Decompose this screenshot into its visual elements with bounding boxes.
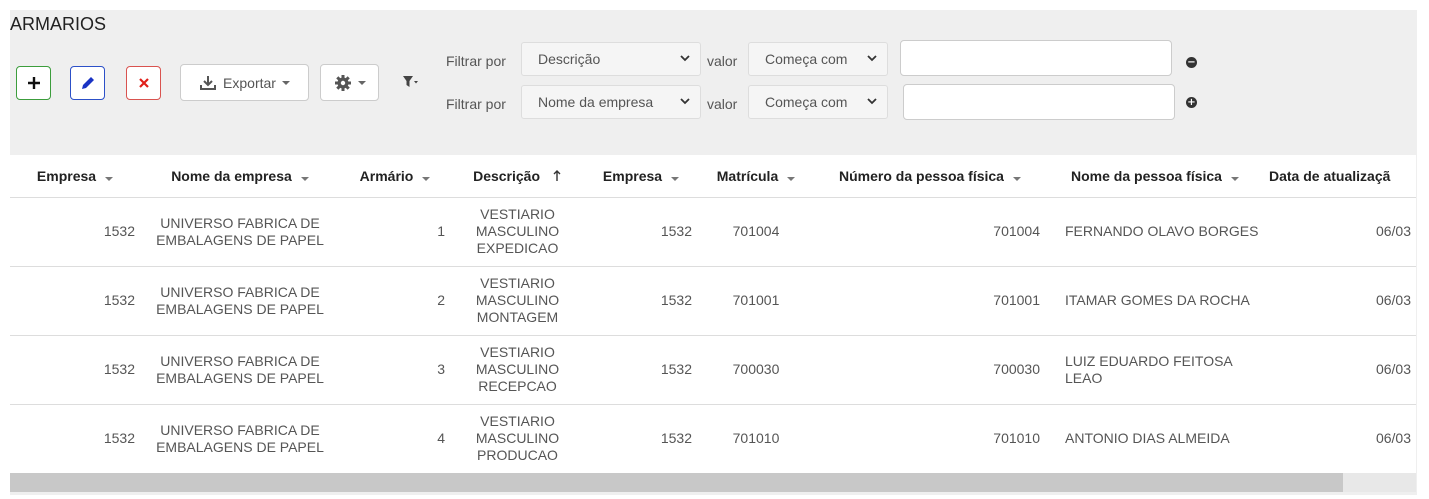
filter-2-field-value: Nome da empresa — [538, 94, 654, 110]
chevron-down-icon — [787, 176, 796, 181]
cell-empresa-2: 1532 — [585, 266, 697, 336]
export-label: Exportar — [223, 74, 276, 91]
cell-descricao: VESTIARIO MASCULINO EXPEDICAO — [450, 197, 585, 267]
cell-empresa: 1532 — [10, 404, 140, 473]
cell-matricula: 701004 — [697, 197, 815, 267]
pencil-icon — [81, 77, 94, 89]
filter-2-operator-value: Começa com — [765, 94, 848, 110]
filter-1-value-input[interactable] — [900, 40, 1172, 76]
cell-empresa-2: 1532 — [585, 404, 697, 473]
filter-1-value-label: valor — [707, 53, 738, 69]
cell-empresa: 1532 — [10, 335, 140, 405]
table-header-row: Empresa Nome da empresa Armário Descriçã… — [10, 155, 1416, 198]
col-header-descricao[interactable]: Descrição — [450, 155, 585, 198]
horizontal-scrollbar[interactable] — [10, 473, 1416, 492]
cell-empresa-2: 1532 — [585, 335, 697, 405]
cell-matricula: 701010 — [697, 404, 815, 473]
close-icon — [138, 78, 149, 88]
cell-empresa: 1532 — [10, 266, 140, 336]
chevron-down-icon — [867, 55, 877, 62]
cell-nome-pessoa: LUIZ EDUARDO FEITOSA LEAO — [1045, 335, 1265, 405]
cell-nome-empresa: UNIVERSO FABRICA DE EMBALAGENS DE PAPEL — [140, 266, 340, 336]
cell-numero-pessoa: 701010 — [815, 404, 1045, 473]
chevron-down-icon — [281, 80, 290, 85]
cell-armario: 3 — [340, 335, 450, 405]
cell-descricao: VESTIARIO MASCULINO MONTAGEM — [450, 266, 585, 336]
edit-button[interactable] — [70, 66, 105, 100]
chevron-down-icon — [680, 55, 690, 62]
cell-nome-empresa: UNIVERSO FABRICA DE EMBALAGENS DE PAPEL — [140, 335, 340, 405]
col-header-data-atualizacao[interactable]: Data de atualizaçã — [1265, 155, 1416, 198]
cell-empresa-2: 1532 — [585, 197, 697, 267]
chevron-down-icon — [680, 98, 690, 105]
col-header-numero-pessoa[interactable]: Número da pessoa física — [815, 155, 1045, 198]
scrollbar-thumb[interactable] — [10, 473, 1343, 492]
filter-2-value-input[interactable] — [903, 84, 1175, 120]
cell-descricao: VESTIARIO MASCULINO RECEPCAO — [450, 335, 585, 405]
data-table-container: Empresa Nome da empresa Armário Descriçã… — [10, 155, 1416, 473]
cell-nome-empresa: UNIVERSO FABRICA DE EMBALAGENS DE PAPEL — [140, 404, 340, 473]
cell-numero-pessoa: 701001 — [815, 266, 1045, 336]
cell-nome-pessoa: ITAMAR GOMES DA ROCHA — [1045, 266, 1265, 336]
filter-1-operator-select[interactable]: Começa com — [748, 42, 888, 76]
col-header-armario[interactable]: Armário — [340, 155, 450, 198]
sort-up-arrow-icon — [553, 169, 561, 181]
table-row[interactable]: 1532 UNIVERSO FABRICA DE EMBALAGENS DE P… — [10, 197, 1416, 267]
cell-empresa: 1532 — [10, 197, 140, 267]
minus-circle-icon[interactable]: − — [1186, 57, 1197, 68]
cell-data-atualizacao: 06/03 — [1265, 197, 1416, 267]
col-header-nome-empresa[interactable]: Nome da empresa — [140, 155, 340, 198]
cell-matricula: 701001 — [697, 266, 815, 336]
table-row[interactable]: 1532 UNIVERSO FABRICA DE EMBALAGENS DE P… — [10, 404, 1416, 473]
filter-1-field-value: Descrição — [538, 51, 601, 67]
filter-1-label: Filtrar por — [446, 53, 506, 69]
chevron-down-icon — [1012, 176, 1021, 181]
col-header-nome-pessoa[interactable]: Nome da pessoa física — [1045, 155, 1265, 198]
cell-descricao: VESTIARIO MASCULINO PRODUCAO — [450, 404, 585, 473]
gear-icon — [334, 74, 351, 91]
add-button[interactable] — [16, 66, 51, 100]
cell-matricula: 700030 — [697, 335, 815, 405]
cell-nome-pessoa: FERNANDO OLAVO BORGES — [1045, 197, 1265, 267]
chevron-down-icon — [422, 176, 431, 181]
settings-dropdown-button[interactable] — [320, 64, 379, 101]
chevron-down-icon — [357, 80, 366, 85]
chevron-down-icon — [867, 98, 877, 105]
cell-numero-pessoa: 700030 — [815, 335, 1045, 405]
chevron-down-icon — [1230, 176, 1239, 181]
filter-funnel-button[interactable] — [402, 75, 418, 94]
plus-icon — [27, 77, 40, 89]
col-header-matricula[interactable]: Matrícula — [697, 155, 815, 198]
chevron-down-icon — [105, 176, 114, 181]
cell-armario: 2 — [340, 266, 450, 336]
filter-2-operator-select[interactable]: Começa com — [748, 85, 888, 119]
table-row[interactable]: 1532 UNIVERSO FABRICA DE EMBALAGENS DE P… — [10, 335, 1416, 405]
cell-armario: 4 — [340, 404, 450, 473]
export-dropdown-button[interactable]: Exportar — [180, 64, 309, 101]
filter-2-value-label: valor — [707, 96, 738, 112]
cell-data-atualizacao: 06/03 — [1265, 266, 1416, 336]
cell-data-atualizacao: 06/03 — [1265, 335, 1416, 405]
chevron-down-icon — [300, 176, 309, 181]
col-header-empresa[interactable]: Empresa — [10, 155, 140, 198]
cell-nome-empresa: UNIVERSO FABRICA DE EMBALAGENS DE PAPEL — [140, 197, 340, 267]
filter-2-field-select[interactable]: Nome da empresa — [521, 85, 701, 119]
download-icon — [200, 75, 217, 90]
delete-button[interactable] — [126, 66, 161, 100]
chevron-down-icon — [671, 176, 680, 181]
col-header-empresa-2[interactable]: Empresa — [585, 155, 697, 198]
plus-circle-icon[interactable]: + — [1186, 97, 1197, 108]
table-row[interactable]: 1532 UNIVERSO FABRICA DE EMBALAGENS DE P… — [10, 266, 1416, 336]
cell-nome-pessoa: ANTONIO DIAS ALMEIDA — [1045, 404, 1265, 473]
cell-numero-pessoa: 701004 — [815, 197, 1045, 267]
page-title: ARMARIOS — [10, 14, 107, 34]
filter-1-operator-value: Começa com — [765, 51, 848, 67]
cell-data-atualizacao: 06/03 — [1265, 404, 1416, 473]
data-table: Empresa Nome da empresa Armário Descriçã… — [10, 155, 1416, 473]
cell-armario: 1 — [340, 197, 450, 267]
filter-1-field-select[interactable]: Descrição — [521, 42, 701, 76]
filter-2-label: Filtrar por — [446, 96, 506, 112]
funnel-icon — [403, 76, 418, 87]
